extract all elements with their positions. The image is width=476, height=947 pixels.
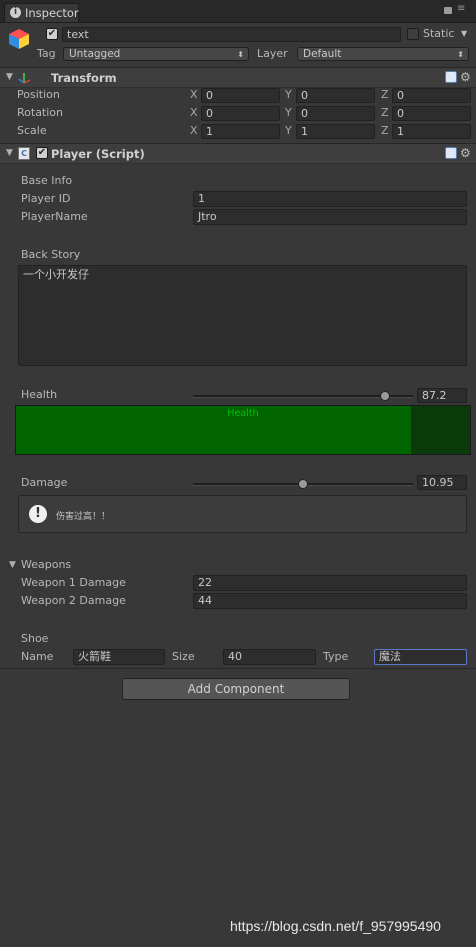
- layer-dropdown[interactable]: Default ⬍: [297, 47, 469, 61]
- axis-x-label[interactable]: X: [190, 124, 198, 137]
- weapon1-damage-field[interactable]: 22: [193, 575, 467, 591]
- health-progress-bar: Health: [15, 405, 471, 455]
- updown-arrow-icon: ⬍: [237, 50, 244, 59]
- transform-title: Transform: [51, 71, 117, 85]
- tag-value: Untagged: [69, 48, 121, 60]
- warning-icon: !: [29, 505, 47, 523]
- watermark-text: https://blog.csdn.net/f_957995490: [230, 918, 441, 934]
- rotation-y-field[interactable]: 0: [296, 106, 375, 121]
- axis-y-label[interactable]: Y: [285, 88, 292, 101]
- axis-z-label[interactable]: Z: [381, 124, 389, 137]
- back-story-header: Back Story: [21, 248, 81, 261]
- info-icon: i: [10, 7, 21, 18]
- object-name-field[interactable]: text: [62, 27, 401, 42]
- rotation-x-field[interactable]: 0: [201, 106, 280, 121]
- tag-dropdown[interactable]: Untagged ⬍: [63, 47, 249, 61]
- player-id-field[interactable]: 1: [193, 191, 467, 207]
- gameobject-icon: [8, 28, 30, 50]
- transform-row-position: Position X 0 Y 0 Z 0: [0, 87, 476, 104]
- health-value-field[interactable]: 87.2: [417, 388, 467, 403]
- axis-z-label[interactable]: Z: [381, 88, 389, 101]
- shoe-size-field[interactable]: 40: [223, 649, 316, 665]
- position-label: Position: [17, 88, 60, 101]
- script-title: Player (Script): [51, 147, 145, 161]
- tab-inspector-label: Inspector: [25, 6, 79, 20]
- weapons-foldout-arrow-icon[interactable]: ▼: [9, 560, 16, 570]
- warning-text: 伤害过高！！: [56, 512, 111, 522]
- position-z-field[interactable]: 0: [392, 88, 471, 103]
- script-enabled-checkbox[interactable]: ✔: [36, 147, 48, 159]
- player-script-header[interactable]: ▼ C ✔ Player (Script) ⚙: [0, 143, 476, 164]
- help-book-icon[interactable]: [445, 147, 457, 159]
- shoe-name-field[interactable]: 火箭鞋: [73, 649, 165, 665]
- rotation-z-field[interactable]: 0: [392, 106, 471, 121]
- transform-header[interactable]: ▼ Transform ⚙: [0, 67, 476, 88]
- shoe-size-label: Size: [172, 650, 195, 663]
- csharp-script-icon: C: [18, 147, 30, 160]
- scale-y-field[interactable]: 1: [296, 124, 375, 139]
- help-book-icon[interactable]: [445, 71, 457, 83]
- axis-x-label[interactable]: X: [190, 106, 198, 119]
- axis-y-label[interactable]: Y: [285, 124, 292, 137]
- object-active-checkbox[interactable]: ✔: [46, 28, 58, 40]
- gear-icon[interactable]: ⚙: [460, 71, 471, 83]
- inspector-tab-bar: i Inspector ≡: [0, 0, 476, 23]
- axis-x-label[interactable]: X: [190, 88, 198, 101]
- menu-icon[interactable]: ≡: [457, 4, 465, 14]
- foldout-arrow-icon[interactable]: ▼: [6, 148, 13, 158]
- player-name-field[interactable]: Jtro: [193, 209, 467, 225]
- health-slider-thumb[interactable]: [379, 391, 390, 401]
- lock-icon[interactable]: [444, 7, 452, 14]
- gear-icon[interactable]: ⚙: [460, 147, 471, 159]
- player-name-label: PlayerName: [21, 210, 88, 223]
- tag-label: Tag: [37, 47, 56, 60]
- health-label: Health: [21, 388, 58, 401]
- player-id-label: Player ID: [21, 192, 71, 205]
- position-y-field[interactable]: 0: [296, 88, 375, 103]
- transform-row-scale: Scale X 1 Y 1 Z 1: [0, 123, 476, 140]
- damage-slider-thumb[interactable]: [298, 479, 308, 489]
- weapon2-damage-field[interactable]: 44: [193, 593, 467, 609]
- rotation-label: Rotation: [17, 106, 64, 119]
- layer-value: Default: [303, 48, 342, 60]
- updown-arrow-icon: ⬍: [457, 50, 464, 59]
- base-info-header: Base Info: [21, 174, 73, 187]
- scale-label: Scale: [17, 124, 47, 137]
- static-checkbox[interactable]: [407, 28, 419, 40]
- axis-y-label[interactable]: Y: [285, 106, 292, 119]
- weapons-header[interactable]: Weapons: [21, 558, 71, 571]
- component-separator: [0, 668, 476, 669]
- damage-warning-box: ! 伤害过高！！: [18, 495, 467, 533]
- shoe-type-field[interactable]: 魔法: [374, 649, 467, 665]
- static-label: Static: [423, 27, 455, 40]
- weapon1-damage-label: Weapon 1 Damage: [21, 576, 126, 589]
- foldout-arrow-icon[interactable]: ▼: [6, 72, 13, 82]
- tab-inspector[interactable]: i Inspector: [4, 3, 79, 22]
- shoe-name-label: Name: [21, 650, 54, 663]
- scale-x-field[interactable]: 1: [201, 124, 280, 139]
- add-component-button[interactable]: Add Component: [122, 678, 350, 700]
- transform-axis-icon: [18, 71, 31, 84]
- damage-value-field[interactable]: 10.95: [417, 475, 467, 490]
- layer-label: Layer: [257, 47, 288, 60]
- static-dropdown-icon[interactable]: ▼: [461, 29, 467, 38]
- health-progress-label: Health: [227, 408, 259, 419]
- back-story-textarea[interactable]: 一个小开发仔: [18, 265, 467, 366]
- shoe-type-label: Type: [323, 650, 349, 663]
- damage-label: Damage: [21, 476, 68, 489]
- axis-z-label[interactable]: Z: [381, 106, 389, 119]
- shoe-header: Shoe: [21, 632, 49, 645]
- transform-row-rotation: Rotation X 0 Y 0 Z 0: [0, 105, 476, 122]
- add-component-label: Add Component: [187, 682, 285, 696]
- scale-z-field[interactable]: 1: [392, 124, 471, 139]
- position-x-field[interactable]: 0: [201, 88, 280, 103]
- weapon2-damage-label: Weapon 2 Damage: [21, 594, 126, 607]
